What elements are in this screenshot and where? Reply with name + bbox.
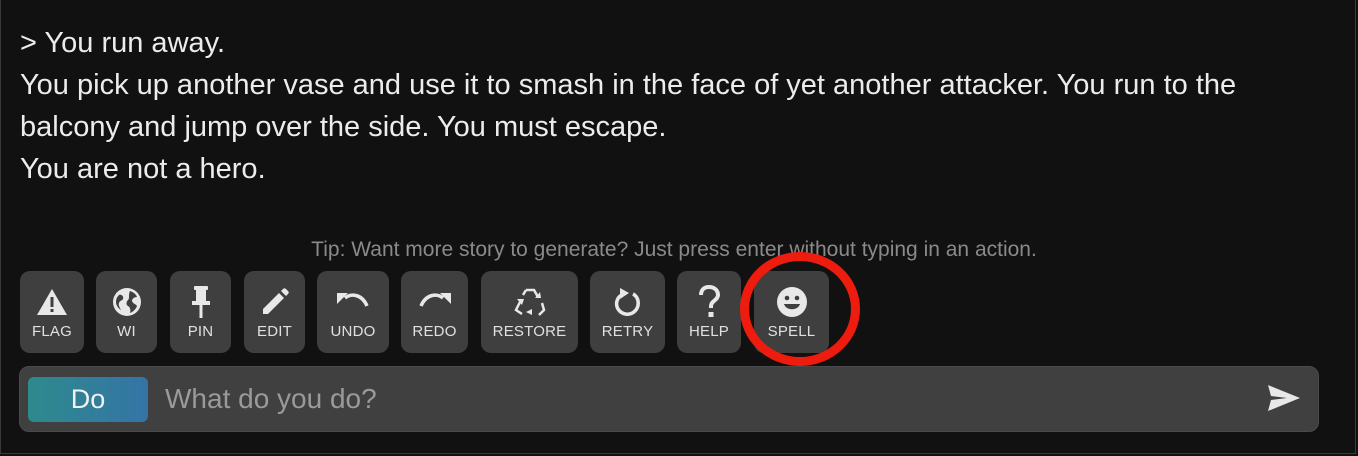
retry-icon bbox=[590, 285, 665, 319]
story-line: You are not a hero. bbox=[20, 153, 266, 185]
help-label: HELP bbox=[689, 323, 729, 340]
action-input-bar: Do bbox=[19, 366, 1319, 432]
story-line: You pick up another vase and use it to s… bbox=[20, 69, 1245, 143]
edit-button[interactable]: EDIT bbox=[244, 271, 305, 353]
redo-icon bbox=[401, 285, 468, 319]
world-info-button[interactable]: WI bbox=[96, 271, 157, 353]
pin-button[interactable]: PIN bbox=[170, 271, 231, 353]
pin-label: PIN bbox=[187, 323, 214, 340]
restore-label: RESTORE bbox=[492, 323, 567, 340]
recycle-icon bbox=[481, 285, 578, 319]
warning-icon bbox=[20, 285, 84, 319]
undo-icon bbox=[317, 285, 389, 319]
action-input[interactable] bbox=[165, 375, 1245, 423]
send-icon bbox=[1267, 384, 1301, 417]
pin-icon bbox=[170, 285, 231, 319]
flag-label: FLAG bbox=[32, 323, 72, 340]
send-button[interactable] bbox=[1264, 383, 1304, 417]
redo-button[interactable]: REDO bbox=[401, 271, 468, 353]
tip-text: Tip: Want more story to generate? Just p… bbox=[311, 238, 1037, 261]
story-line: > You run away. bbox=[20, 27, 226, 59]
retry-label: RETRY bbox=[601, 323, 654, 340]
redo-label: REDO bbox=[412, 323, 457, 340]
retry-button[interactable]: RETRY bbox=[590, 271, 665, 353]
smiley-icon bbox=[754, 285, 829, 319]
wi-label: WI bbox=[117, 323, 136, 340]
spell-label: SPELL bbox=[767, 323, 816, 340]
question-icon bbox=[677, 285, 741, 319]
spell-button[interactable]: SPELL bbox=[754, 271, 829, 353]
story-text: > You run away. You pick up another vase… bbox=[20, 22, 1330, 190]
flag-button[interactable]: FLAG bbox=[20, 271, 84, 353]
globe-icon bbox=[96, 285, 157, 319]
pencil-icon bbox=[244, 285, 305, 319]
undo-button[interactable]: UNDO bbox=[317, 271, 389, 353]
restore-button[interactable]: RESTORE bbox=[481, 271, 578, 353]
undo-label: UNDO bbox=[330, 323, 376, 340]
action-mode-button[interactable]: Do bbox=[28, 377, 148, 422]
edit-label: EDIT bbox=[257, 323, 292, 340]
help-button[interactable]: HELP bbox=[677, 271, 741, 353]
